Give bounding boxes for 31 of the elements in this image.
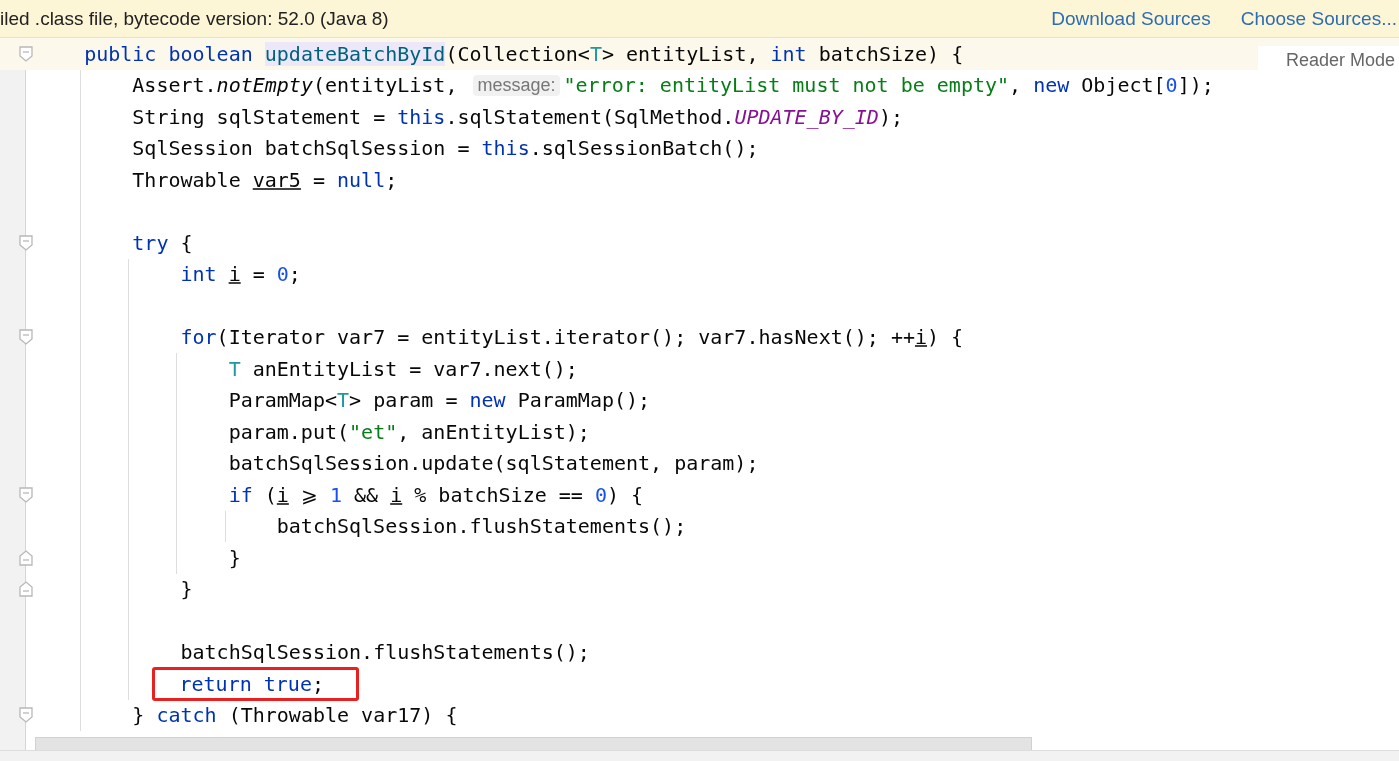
scrollbar-thumb[interactable] (35, 737, 1032, 751)
sources-link[interactable]: Choose Sources... (1240, 7, 1397, 30)
code-line: } (228, 545, 241, 570)
code-line: try { (132, 230, 193, 255)
code-line: public boolean updateBatchById(Collection<T> entityList, int batchSize) { (84, 41, 964, 66)
sources-link[interactable]: Download Sources (1051, 7, 1211, 30)
fold-icon[interactable] (19, 234, 33, 251)
fold-icon[interactable] (19, 45, 33, 62)
code-line: if (i ⩾ 1 && i % batchSize == 0) { (228, 482, 644, 507)
code-line: Throwable var5 = null; (132, 167, 398, 192)
code-line: T anEntityList = var7.next(); (228, 356, 578, 381)
code-line: String sqlStatement = this.sqlStatement(SqlMethod.UPDATE_BY_ID); (132, 104, 903, 129)
code-line: SqlSession batchSqlSession = this.sqlSessionBatch(); (132, 136, 759, 161)
code-line: } catch (Throwable var17) { (132, 703, 458, 728)
code-line: batchSqlSession.flushStatements(); (276, 514, 687, 539)
code-line: Assert.notEmpty(entityList, (132, 73, 459, 98)
parameter-hint: message: (473, 74, 560, 96)
fold-icon[interactable] (19, 707, 33, 724)
banner-text: iled .class file, bytecode version: 52.0 (Java 8) (0, 7, 389, 30)
code-line: batchSqlSession.update(sqlStatement, param); (228, 451, 759, 476)
fold-icon[interactable] (19, 329, 33, 346)
code-line: batchSqlSession.flushStatements(); (180, 640, 590, 665)
code-line: ParamMap<T> param = new ParamMap(); (228, 388, 651, 413)
code-line: return true; (179, 671, 324, 696)
code-line: } (180, 577, 193, 602)
fold-icon[interactable] (19, 581, 33, 598)
fold-icon[interactable] (19, 486, 33, 503)
code-line: int i = 0; (180, 262, 301, 287)
code-line: for(Iterator var7 = entityList.iterator(); var7.hasNext(); ++i) { (180, 325, 964, 350)
code-line: param.put("et", anEntityList); (228, 419, 590, 444)
code-line: "error: entityList must not be empty", new Object[0]); (563, 73, 1214, 98)
